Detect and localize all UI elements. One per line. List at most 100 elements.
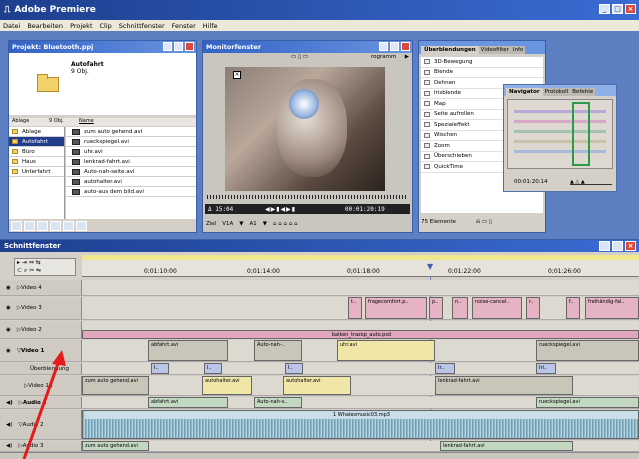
timeline-clip[interactable]: lenkrad-fahrt.avi <box>440 441 573 451</box>
effect-folder-item[interactable]: Blende <box>421 67 543 78</box>
timeline-clip[interactable]: freihändig-fal.. <box>585 297 639 319</box>
menu-hilfe[interactable]: Hilfe <box>203 22 218 30</box>
timeline-clip[interactable]: zum auto gehend.avi <box>82 441 149 451</box>
timeline-clip[interactable]: rueckspiegel.avi <box>536 397 639 408</box>
timeline-clip[interactable]: uhr.avi <box>337 340 435 361</box>
folder-item[interactable]: Haus <box>9 157 64 167</box>
find-icon[interactable] <box>63 221 74 231</box>
file-item[interactable]: uhr.avi <box>66 147 196 157</box>
minimize-icon[interactable] <box>599 241 610 251</box>
minimize-icon[interactable]: _ <box>599 4 610 14</box>
menu-datei[interactable]: Datei <box>3 22 20 30</box>
timeline-tools[interactable]: ▸ ⇥ ⇔ ⇆ ⊂ ⌕ ✂ ⇋ <box>14 258 76 276</box>
timeline-panel: Schnittfenster × ▸ ⇥ ⇔ ⇆ ⊂ ⌕ ✂ ⇋ 0;01:10:… <box>0 239 639 459</box>
maximize-icon[interactable]: □ <box>612 4 623 14</box>
timeline-clip[interactable]: abfahrt.avi <box>148 340 228 361</box>
timeline-clip[interactable]: abfahrt.avi <box>148 397 228 408</box>
icon-view-icon[interactable] <box>24 221 35 231</box>
transition-clip[interactable]: I.. <box>204 363 222 374</box>
track-header-video3[interactable]: ◉ ▷ Video 3 <box>0 297 82 319</box>
timeline-clip[interactable]: Auto-nah-s.. <box>254 397 302 408</box>
file-item[interactable]: Auto-nah-seite.avi <box>66 167 196 177</box>
chevron-down-icon[interactable]: ▼ <box>263 221 267 227</box>
video-preview: × <box>225 67 385 191</box>
monitor-scrubber[interactable] <box>207 195 408 199</box>
timeline-clip[interactable]: autohalter.avi <box>283 376 351 395</box>
navigator-map[interactable] <box>507 99 613 169</box>
menu-schnittfenster[interactable]: Schnittfenster <box>119 22 165 30</box>
folder-list: Ablage Autofahrt Büro Haus Unterfahrt <box>9 127 65 219</box>
timeline-clip[interactable]: autohalter.avi <box>202 376 252 395</box>
track-header-video4[interactable]: ◉ ▷ Video 4 <box>0 280 82 295</box>
tab-videofilter[interactable]: Videofilter <box>478 46 511 54</box>
playhead-marker-icon[interactable]: ▼ <box>427 262 433 271</box>
tab-befehle[interactable]: Befehle <box>570 88 596 96</box>
ruler-label: 0;01:14:00 <box>247 268 280 275</box>
timeline-clip[interactable]: p.. <box>429 297 443 319</box>
timeline-bottom-toolbar[interactable] <box>0 452 639 459</box>
transport-buttons[interactable]: ◀▶▮◀▶▮ <box>265 206 345 213</box>
timeline-clip-v2[interactable]: balken_trazop_auto.psd <box>82 330 639 339</box>
folder-item[interactable]: Unterfahrt <box>9 167 64 177</box>
timeline-clip[interactable]: Auto-nah-.. <box>254 340 302 361</box>
timeline-ruler[interactable]: 0;01:10:00 0;01:14:00 0;01:18:00 0;01:22… <box>82 255 639 277</box>
monitor-menu-icon[interactable]: ▶ <box>405 54 409 60</box>
menu-bearbeiten[interactable]: Bearbeiten <box>27 22 63 30</box>
menu-projekt[interactable]: Projekt <box>70 22 92 30</box>
navigator-viewport[interactable] <box>572 102 590 166</box>
ziel-video-select[interactable]: V1A <box>222 221 233 227</box>
new-bin-icon[interactable] <box>50 221 61 231</box>
menu-clip[interactable]: Clip <box>100 22 112 30</box>
transition-clip[interactable]: Iri.. <box>536 363 556 374</box>
col-ablage[interactable]: Ablage <box>9 118 49 126</box>
close-icon[interactable]: × <box>625 4 636 14</box>
timeline-clip[interactable]: t.. <box>348 297 362 319</box>
menu-fenster[interactable]: Fenster <box>172 22 196 30</box>
folder-item[interactable]: Büro <box>9 147 64 157</box>
tab-ueberblendungen[interactable]: Überblendungen <box>421 46 479 54</box>
tab-programm[interactable]: rogramm <box>371 54 396 60</box>
folder-item[interactable]: Ablage <box>9 127 64 137</box>
menu-bar: Datei Bearbeiten Projekt Clip Schnittfen… <box>0 20 639 31</box>
safe-area-close-icon[interactable]: × <box>233 71 241 79</box>
timeline-clip[interactable]: noise-cancel.. <box>472 297 522 319</box>
file-item[interactable]: zum auto gehend.avi <box>66 127 196 137</box>
transition-clip[interactable]: I.. <box>285 363 303 374</box>
tab-protokoll[interactable]: Protokoll <box>542 88 571 96</box>
ruler-label: 0;01:22:00 <box>448 268 481 275</box>
audio-clip-waveform[interactable]: 1 Whalesmusic03.mp3 <box>82 410 639 439</box>
thumb-view-icon[interactable] <box>37 221 48 231</box>
file-item[interactable]: auto-aus dem bild.avi <box>66 187 196 197</box>
chevron-down-icon[interactable]: ▼ <box>239 221 243 227</box>
timeline-clip[interactable]: r.. <box>526 297 540 319</box>
track-header-video2[interactable]: ◉ ▷ Video 2 <box>0 321 82 338</box>
monitor-mode-icons[interactable]: ▭ ▯ ▭ <box>291 54 308 60</box>
project-panel-title: Projekt: Bluetooth.ppj <box>9 41 196 53</box>
timeline-clip[interactable]: lenkrad-fahrt.avi <box>435 376 573 395</box>
navigator-panel: Navigator Protokoll Befehle 00:01:20:14 … <box>503 84 617 192</box>
list-view-icon[interactable] <box>11 221 22 231</box>
effect-folder-item[interactable]: 3D-Bewegung <box>421 57 543 68</box>
trash-icon[interactable] <box>76 221 87 231</box>
col-count[interactable]: 9 Obj. <box>49 118 65 126</box>
tab-navigator[interactable]: Navigator <box>506 88 543 96</box>
timeline-clip[interactable]: fragecomfort.p.. <box>365 297 427 319</box>
col-name[interactable]: Name <box>65 118 94 126</box>
tab-info[interactable]: Info <box>510 46 526 54</box>
effects-footer-icons[interactable]: ⎌ ▭ ▯ <box>476 219 492 226</box>
file-item[interactable]: autohalter.avi <box>66 177 196 187</box>
file-item[interactable]: lenkrad-fahrt.avi <box>66 157 196 167</box>
zoom-slider[interactable]: ▲ △ ▲ <box>570 179 612 185</box>
edit-icons[interactable]: ⌂ ⌂ ⌂ ⌂ ⌂ <box>273 221 297 227</box>
close-icon[interactable]: × <box>625 241 636 251</box>
timeline-clip[interactable]: f.. <box>566 297 580 319</box>
transition-clip[interactable]: Ir.. <box>435 363 455 374</box>
file-item[interactable]: rueckspiegel.avi <box>66 137 196 147</box>
maximize-icon[interactable] <box>612 241 623 251</box>
folder-item[interactable]: Autofahrt <box>9 137 64 147</box>
timeline-clip[interactable]: n.. <box>452 297 468 319</box>
timeline-clip[interactable]: zum auto gehend.avi <box>82 376 149 395</box>
transition-clip[interactable]: I.. <box>151 363 169 374</box>
ziel-audio-select[interactable]: A1 <box>249 221 256 227</box>
timeline-clip[interactable]: rueckspiegel.avi <box>536 340 639 361</box>
